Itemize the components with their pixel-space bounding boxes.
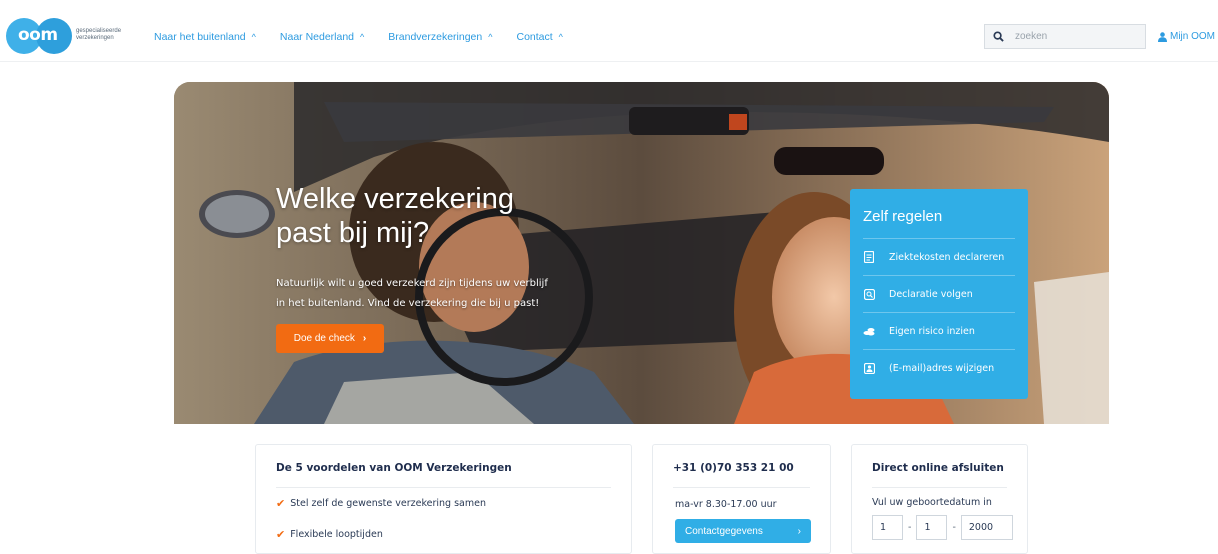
self-service-panel: Zelf regelen Ziektekosten declareren Dec… (850, 189, 1028, 399)
direct-online-title: Direct online afsluiten (872, 462, 1004, 474)
hero-heading-line1: Welke verzekering (276, 183, 515, 215)
check-icon: ✔ (276, 497, 286, 510)
logo-subtitle-line1: gespecialiseerde (76, 28, 122, 34)
opening-hours: ma-vr 8.30-17.00 uur (675, 499, 777, 510)
do-check-label: Doe de check (293, 333, 355, 344)
self-service-item-volgen[interactable]: Declaratie volgen (863, 275, 1015, 312)
hero-description: Natuurlijk wilt u goed verzekerd zijn ti… (276, 274, 576, 314)
contact-details-button[interactable]: Contactgegevens › (675, 519, 811, 543)
benefit-item: ✔ Flexibele looptijden (276, 528, 383, 541)
hero-description-line1: Natuurlijk wilt u goed verzekerd zijn ti… (276, 278, 548, 289)
hero-description-line2: in het buitenland. Vind de verzekering d… (276, 298, 540, 309)
date-separator: - (908, 522, 912, 533)
benefit-text: Stel zelf de gewenste verzekering samen (290, 498, 486, 509)
logo-subtitle-line2: verzekeringen (76, 35, 114, 41)
hero-heading: Welke verzekering past bij mij? (276, 182, 596, 250)
hero-heading-line2: past bij mij? (276, 217, 430, 249)
tracking-icon (863, 288, 875, 300)
nav-item-label: Naar het buitenland (154, 31, 246, 43)
contact-details-label: Contactgegevens (685, 525, 763, 537)
self-service-item-label: Ziektekosten declareren (889, 251, 1005, 263)
nav-item-label: Naar Nederland (279, 31, 355, 43)
birthdate-fields: 1 - 1 - 2000 (872, 515, 1013, 540)
self-service-item-eigen-risico[interactable]: Eigen risico inzien (863, 312, 1015, 349)
check-icon: ✔ (276, 528, 286, 541)
birth-month-field[interactable]: 1 (916, 515, 948, 540)
chevron-up-icon: ^ (360, 32, 365, 42)
divider (872, 487, 1007, 488)
self-service-item-label: Eigen risico inzien (889, 325, 975, 337)
birth-year-field[interactable]: 2000 (960, 515, 1013, 540)
direct-online-card: Direct online afsluiten Vul uw geboorted… (851, 444, 1028, 554)
chevron-right-icon: › (797, 525, 801, 537)
main-nav: Naar het buitenland ^ Naar Nederland ^ B… (154, 31, 587, 43)
chevron-up-icon: ^ (251, 32, 256, 42)
coins-icon (863, 325, 875, 337)
benefit-item: ✔ Stel zelf de gewenste verzekering same… (276, 497, 486, 510)
divider (673, 487, 810, 488)
oom-logo[interactable]: oom gespecialiseerde verzekeringen (6, 16, 152, 56)
my-account-link[interactable]: Mijn OOM (1158, 31, 1215, 42)
self-service-title: Zelf regelen (863, 208, 943, 225)
self-service-item-adres-wijzigen[interactable]: (E-mail)adres wijzigen (863, 349, 1015, 386)
birthdate-label: Vul uw geboortedatum in (872, 497, 992, 508)
address-card-icon (863, 362, 875, 374)
search-icon[interactable] (985, 25, 1011, 48)
phone-number[interactable]: +31 (0)70 353 21 00 (673, 462, 794, 474)
divider (276, 487, 611, 488)
search-input[interactable] (1011, 31, 1141, 42)
nav-item-brandverzekeringen[interactable]: Brandverzekeringen ^ (388, 31, 492, 43)
site-header: oom gespecialiseerde verzekeringen Naar … (0, 0, 1218, 62)
logo-mark: oom (6, 16, 72, 56)
contact-card: +31 (0)70 353 21 00 ma-vr 8.30-17.00 uur… (652, 444, 831, 554)
self-service-item-label: Declaratie volgen (889, 288, 973, 300)
nav-item-label: Contact (516, 31, 553, 43)
logo-text: oom (18, 25, 58, 45)
benefits-title: De 5 voordelen van OOM Verzekeringen (276, 462, 512, 474)
logo-subtitle: gespecialiseerde verzekeringen (76, 28, 146, 42)
do-check-button[interactable]: Doe de check › (276, 324, 384, 353)
date-separator: - (952, 522, 956, 533)
document-icon (863, 251, 875, 263)
self-service-item-declareren[interactable]: Ziektekosten declareren (863, 238, 1015, 275)
chevron-right-icon: › (362, 333, 367, 344)
search-box (984, 24, 1146, 49)
self-service-item-label: (E-mail)adres wijzigen (889, 362, 995, 374)
nav-item-buitenland[interactable]: Naar het buitenland ^ (154, 31, 256, 43)
birth-day-field[interactable]: 1 (872, 515, 903, 540)
nav-item-label: Brandverzekeringen (388, 31, 483, 43)
chevron-up-icon: ^ (488, 32, 493, 42)
my-account-label: Mijn OOM (1170, 31, 1215, 42)
benefits-card: De 5 voordelen van OOM Verzekeringen ✔ S… (255, 444, 632, 554)
nav-item-nederland[interactable]: Naar Nederland ^ (280, 31, 364, 43)
benefit-text: Flexibele looptijden (290, 529, 383, 540)
user-icon (1158, 31, 1167, 42)
nav-item-contact[interactable]: Contact ^ (516, 31, 562, 43)
chevron-up-icon: ^ (558, 32, 563, 42)
